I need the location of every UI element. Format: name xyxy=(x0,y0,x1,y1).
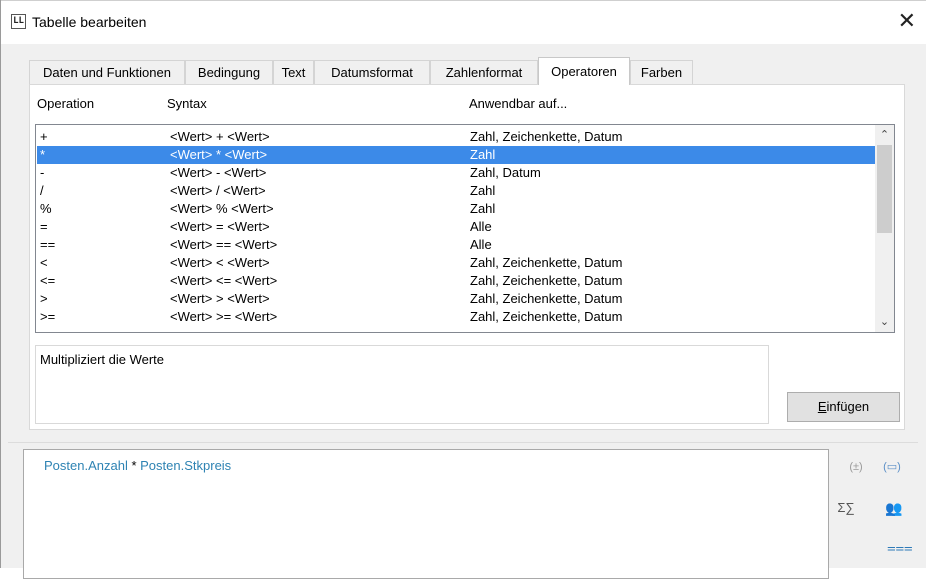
list-item[interactable]: >= <Wert> >= <Wert> Zahl, Zeichenkette, … xyxy=(37,308,875,326)
applicable-cell: Zahl, Zeichenkette, Datum xyxy=(470,291,623,306)
insert-button-label: infügen xyxy=(826,399,870,414)
syntax-cell: <Wert> + <Wert> xyxy=(170,129,270,144)
applicable-cell: Zahl, Zeichenkette, Datum xyxy=(470,129,623,144)
tab-zahlenformat[interactable]: Zahlenformat xyxy=(430,60,538,84)
tab-operatoren[interactable]: Operatoren xyxy=(538,57,630,85)
syntax-cell: <Wert> < <Wert> xyxy=(170,255,270,270)
string-parentheses-icon[interactable]: (▭) xyxy=(881,458,903,476)
operation-cell: - xyxy=(40,165,45,180)
applicable-cell: Zahl, Zeichenkette, Datum xyxy=(470,255,623,270)
list-item[interactable]: - <Wert> - <Wert> Zahl, Datum xyxy=(37,164,875,182)
tab-datumsformat[interactable]: Datumsformat xyxy=(314,60,430,84)
operation-cell: / xyxy=(40,183,44,198)
tab-farben[interactable]: Farben xyxy=(630,60,693,84)
list-item[interactable]: / <Wert> / <Wert> Zahl xyxy=(37,182,875,200)
formula-editor[interactable]: Posten.Anzahl * Posten.Stkpreis xyxy=(23,449,829,579)
syntax-cell: <Wert> - <Wert> xyxy=(170,165,267,180)
sum-variables-icon[interactable]: Σ∑ xyxy=(833,499,859,517)
operator-description: Multipliziert die Werte xyxy=(40,352,165,367)
tab-text[interactable]: Text xyxy=(273,60,314,84)
scroll-up-arrow-icon[interactable]: ⌃ xyxy=(875,126,894,144)
syntax-cell: <Wert> == <Wert> xyxy=(170,237,278,252)
title-bar: LL Tabelle bearbeiten ✕ xyxy=(1,1,926,44)
applicable-cell: Zahl, Datum xyxy=(470,165,541,180)
user-variables-icon[interactable]: 👥 xyxy=(883,499,905,517)
list-item[interactable]: > <Wert> > <Wert> Zahl, Zeichenkette, Da… xyxy=(37,290,875,308)
list-item[interactable]: = <Wert> = <Wert> Alle xyxy=(37,218,875,236)
operation-cell: + xyxy=(40,129,48,144)
operation-cell: % xyxy=(40,201,52,216)
operation-cell: = xyxy=(40,219,48,234)
description-box: Multipliziert die Werte xyxy=(35,345,769,424)
list-item-selected[interactable]: * <Wert> * <Wert> Zahl xyxy=(37,146,875,164)
syntax-cell: <Wert> >= <Wert> xyxy=(170,309,278,324)
list-item[interactable]: <= <Wert> <= <Wert> Zahl, Zeichenkette, … xyxy=(37,272,875,290)
syntax-cell: <Wert> = <Wert> xyxy=(170,219,270,234)
applicable-cell: Zahl xyxy=(470,201,496,216)
formula-expression: Posten.Anzahl * Posten.Stkpreis xyxy=(44,458,231,473)
insert-button-mnemonic: E xyxy=(817,399,827,414)
operation-cell: > xyxy=(40,291,48,306)
operators-list[interactable]: + <Wert> + <Wert> Zahl, Zeichenkette, Da… xyxy=(35,124,895,333)
list-item[interactable]: % <Wert> % <Wert> Zahl xyxy=(37,200,875,218)
operation-cell: * xyxy=(40,147,46,162)
syntax-cell: <Wert> * <Wert> xyxy=(170,147,268,162)
operation-cell: < xyxy=(40,255,48,270)
syntax-cell: <Wert> / <Wert> xyxy=(170,183,266,198)
applicable-cell: Zahl, Zeichenkette, Datum xyxy=(470,273,623,288)
scroll-thumb[interactable] xyxy=(877,145,892,233)
tab-daten-und-funktionen[interactable]: Daten und Funktionen xyxy=(29,60,185,84)
operation-cell: >= xyxy=(40,309,56,324)
list-item[interactable]: < <Wert> < <Wert> Zahl, Zeichenkette, Da… xyxy=(37,254,875,272)
list-item[interactable]: + <Wert> + <Wert> Zahl, Zeichenkette, Da… xyxy=(37,128,875,146)
column-header-syntax: Syntax xyxy=(167,96,207,111)
app-icon: LL xyxy=(11,14,26,29)
insert-button[interactable]: Einfügen xyxy=(787,392,900,422)
window-title: Tabelle bearbeiten xyxy=(32,14,147,30)
operation-cell: == xyxy=(40,237,56,252)
applicable-cell: Alle xyxy=(470,219,492,234)
list-item[interactable]: == <Wert> == <Wert> Alle xyxy=(37,236,875,254)
formula-operator: * xyxy=(127,458,141,473)
formula-field-anzahl: Posten.Anzahl xyxy=(44,458,128,473)
separator xyxy=(8,442,918,443)
operation-cell: <= xyxy=(40,273,56,288)
applicable-cell: Zahl xyxy=(470,147,496,162)
applicable-cell: Zahl xyxy=(470,183,496,198)
scroll-down-arrow-icon[interactable]: ⌄ xyxy=(875,313,894,331)
applicable-cell: Alle xyxy=(470,237,492,252)
close-icon[interactable]: ✕ xyxy=(898,7,916,35)
column-header-operation: Operation xyxy=(37,96,95,111)
syntax-cell: <Wert> % <Wert> xyxy=(170,201,274,216)
syntax-cell: <Wert> > <Wert> xyxy=(170,291,270,306)
formula-field-stkpreis: Posten.Stkpreis xyxy=(140,458,232,473)
column-header-applicable: Anwendbar auf... xyxy=(469,96,568,111)
list-scrollbar[interactable]: ⌃ ⌄ xyxy=(875,125,894,332)
syntax-cell: <Wert> <= <Wert> xyxy=(170,273,278,288)
parentheses-icon[interactable]: (±) xyxy=(845,458,867,476)
applicable-cell: Zahl, Zeichenkette, Datum xyxy=(470,309,623,324)
tab-bedingung[interactable]: Bedingung xyxy=(185,60,273,84)
function-wizard-icon[interactable]: ⩶ xyxy=(887,539,913,557)
